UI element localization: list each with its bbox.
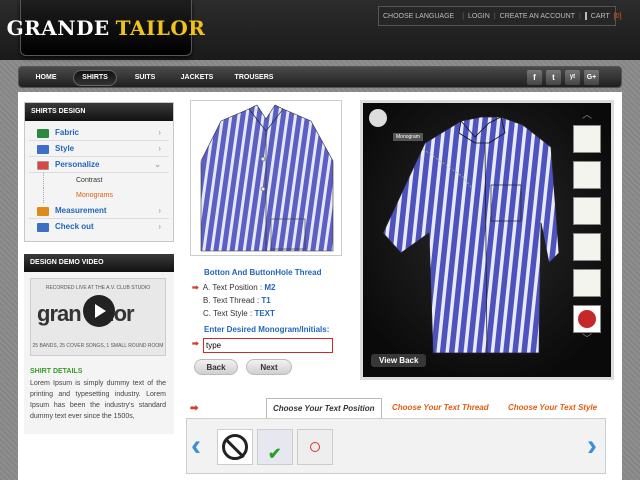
text-tabs: Choose Your Text Position Choose Your Te… [186,398,610,418]
view-back-button[interactable]: View Back [371,354,427,367]
nav-trousers[interactable]: TROUSERS [227,70,281,86]
video-caption-top: RECORDED LIVE AT THE A.V. CLUB STUDIO [45,285,151,291]
nav-shirts[interactable]: SHIRTS [73,70,117,86]
panel-title: SHIRTS DESIGN [25,103,173,121]
create-account-link[interactable]: CREATE AN ACCOUNT [500,13,575,20]
sidebar-subitem-contrast[interactable]: Contrast [43,173,169,188]
no-monogram-option[interactable] [217,429,253,465]
sidebar-item-measurement[interactable]: Measurement › [29,203,169,219]
brand-word1: GRANDE [6,15,110,40]
play-icon[interactable] [83,295,115,327]
fabric-icon [37,129,49,138]
view-thumbnails: ︿ ﹀ [569,111,605,373]
position-options-tray: ‹ ✔ › [186,418,606,474]
demo-video[interactable]: RECORDED LIVE AT THE A.V. CLUB STUDIO gr… [30,278,166,356]
tab-text-style[interactable]: Choose Your Text Style [508,398,597,418]
zoom-icon[interactable] [369,109,387,127]
video-panel-title: DESIGN DEMO VIDEO [24,254,174,272]
sidebar-subitem-monograms[interactable]: Monograms [43,188,169,203]
collar-position-option[interactable]: ✔ [257,429,293,465]
measurement-icon [37,207,49,216]
chevron-down-icon[interactable]: ﹀ [569,335,605,345]
cart-icon[interactable] [584,12,587,20]
youtube-icon[interactable]: yt [565,70,580,85]
tab-text-thread[interactable]: Choose Your Text Thread [392,398,489,418]
cart-count: [0] [613,12,622,20]
collar-thumb[interactable] [573,233,601,261]
shirt-details-title: SHIRT DETAILS [30,368,83,375]
sidebar-item-checkout[interactable]: Check out › [29,219,169,235]
sidebar-item-personalize[interactable]: Personalize ⌄ [29,157,169,173]
brand-word2: TAILOR [115,15,206,40]
no-entry-icon [222,434,248,460]
nav-home[interactable]: HOME [27,70,65,86]
monogram-arrow-icon: ➡ [192,339,199,348]
shirt-collar-preview [190,100,342,256]
monogram-input[interactable] [203,338,333,353]
arrow-right-icon: ➡ [192,283,199,292]
pocket-position-option[interactable] [297,429,333,465]
login-link[interactable]: LOGIN [468,13,490,20]
top-utility-bar: CHOOSE LANGUAGE | LOGIN | CREATE AN ACCO… [378,6,622,26]
sidebar-item-fabric[interactable]: Fabric › [29,125,169,141]
cuff-thumb[interactable] [573,197,601,225]
twitter-icon[interactable]: t [546,70,561,85]
cart-checkout-icon [37,223,49,232]
sidebar-item-style[interactable]: Style › [29,141,169,157]
tab-text-position[interactable]: Choose Your Text Position [266,398,382,418]
video-caption-bottom: 25 BANDS, 25 COVER SONGS, 1 SMALL ROUND … [32,343,164,349]
tray-next-icon[interactable]: › [587,431,601,461]
option-text-style[interactable]: C. Text Style : TEXT [192,309,275,318]
shirt-viewer[interactable]: Monogram View Back ︿ ﹀ [360,100,614,380]
option-text-thread[interactable]: B. Text Thread : T1 [192,296,271,305]
choose-language-label[interactable]: CHOOSE LANGUAGE [383,13,454,20]
option-text-position[interactable]: ➡ A. Text Position : M2 [192,283,276,292]
placket-thumb[interactable] [573,161,601,189]
monogram-label: Enter Desired Monogram/Initials: [204,325,330,334]
nav-jackets[interactable]: JACKETS [173,70,221,86]
personalize-icon [37,161,49,170]
main-nav: HOME SHIRTS SUITS JACKETS TROUSERS f t y… [18,66,622,88]
position-marker-icon [310,442,320,452]
site-header: GRANDE TAILOR CHOOSE LANGUAGE | LOGIN | C… [0,0,640,60]
shirt-details-text: Lorem Ipsum is simply dummy text of the … [30,380,166,420]
tray-prev-icon[interactable]: ‹ [191,431,205,461]
button-thumb[interactable] [573,305,601,333]
monogram-callout: Monogram [393,133,423,141]
back-button[interactable]: Back [194,359,238,375]
next-button[interactable]: Next [246,359,292,375]
back-thumb[interactable] [573,269,601,297]
nav-suits[interactable]: SUITS [125,70,165,86]
pocket-thumb[interactable] [573,125,601,153]
checkmark-icon: ✔ [268,446,282,463]
google-plus-icon[interactable]: G+ [584,70,599,85]
cart-link[interactable]: CART [591,13,610,20]
facebook-icon[interactable]: f [527,70,542,85]
chevron-up-icon[interactable]: ︿ [569,111,605,121]
shirts-design-panel: SHIRTS DESIGN Fabric › Style › Personalize… [24,102,174,242]
button-icon [578,310,596,328]
style-icon [37,145,49,154]
brand-logo[interactable]: GRANDE TAILOR [7,0,205,56]
thread-section-title: Botton And ButtonHole Thread [204,268,322,277]
